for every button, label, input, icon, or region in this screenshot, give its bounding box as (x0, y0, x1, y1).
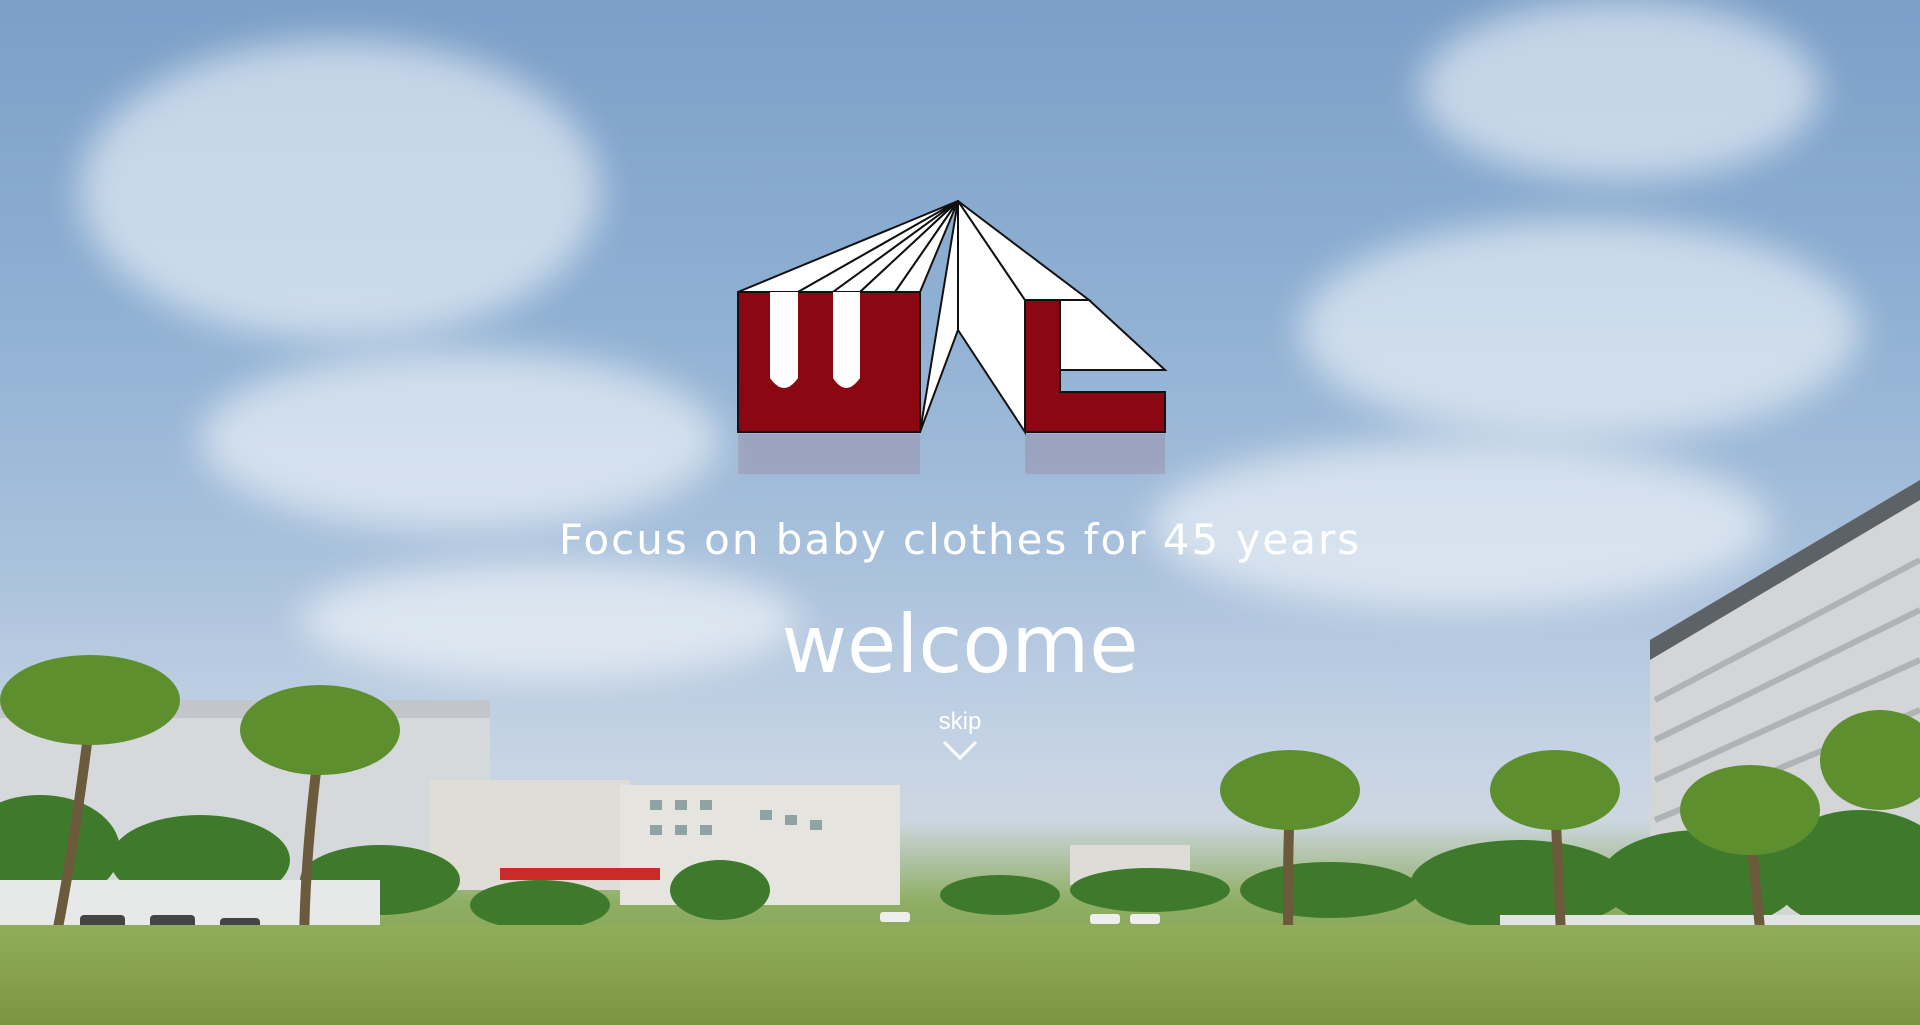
welcome-heading: welcome (781, 598, 1139, 691)
skip-button[interactable]: skip (910, 708, 1010, 762)
skip-label: skip (938, 708, 982, 735)
factory-campus-scene (0, 480, 1920, 1025)
wl-logo (737, 200, 1168, 474)
tagline: Focus on baby clothes for 45 years (558, 515, 1362, 564)
lawn (0, 925, 1920, 1025)
chevron-down-icon (942, 740, 978, 761)
